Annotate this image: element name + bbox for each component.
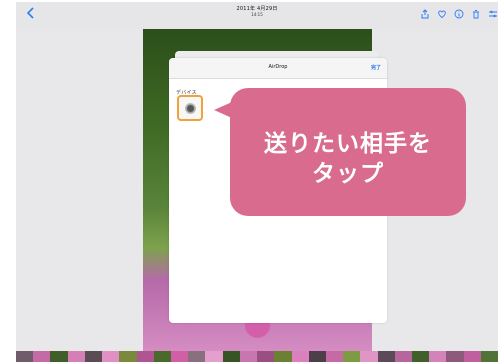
device-avatar <box>185 103 196 114</box>
thumbnail-strip[interactable] <box>16 351 498 362</box>
top-navigation-bar: 2011年 4月29日 14:15 <box>16 2 498 29</box>
thumbnail[interactable] <box>343 351 361 362</box>
thumbnail[interactable] <box>50 351 68 362</box>
thumbnail[interactable] <box>136 351 154 362</box>
photos-app-screen: 2011年 4月29日 14:15 AirDrop 完了 デバイス 送りたい相手… <box>16 2 498 362</box>
info-icon[interactable] <box>454 9 464 19</box>
airdrop-sheet-header: AirDrop 完了 <box>169 58 387 79</box>
trash-icon[interactable] <box>471 9 481 19</box>
thumbnail[interactable] <box>429 351 447 362</box>
callout-text-line2: タップ <box>312 161 384 187</box>
done-button[interactable]: 完了 <box>371 64 381 71</box>
thumbnail[interactable] <box>222 351 240 362</box>
thumbnail[interactable] <box>291 351 309 362</box>
right-edge <box>498 0 502 364</box>
thumbnail[interactable] <box>153 351 171 362</box>
sliders-icon[interactable] <box>488 9 498 19</box>
thumbnail[interactable] <box>480 351 498 362</box>
thumbnail[interactable] <box>308 351 326 362</box>
instruction-callout: 送りたい相手を タップ <box>230 88 466 216</box>
thumbnail[interactable] <box>16 351 34 362</box>
thumbnail[interactable] <box>274 351 292 362</box>
thumbnail[interactable] <box>67 351 85 362</box>
nav-actions <box>413 7 498 21</box>
thumbnail[interactable] <box>446 351 464 362</box>
thumbnail[interactable] <box>463 351 481 362</box>
thumbnail[interactable] <box>394 351 413 362</box>
airdrop-device-button[interactable] <box>177 95 203 121</box>
callout-text-line1: 送りたい相手を <box>264 131 432 157</box>
thumbnail[interactable] <box>102 351 120 362</box>
thumbnail[interactable] <box>205 351 223 362</box>
thumbnail[interactable] <box>377 351 395 362</box>
thumbnail[interactable] <box>170 351 189 362</box>
thumbnail[interactable] <box>188 351 206 362</box>
share-icon[interactable] <box>420 9 430 19</box>
thumbnail[interactable] <box>412 351 430 362</box>
heart-icon[interactable] <box>437 9 447 19</box>
thumbnail[interactable] <box>33 351 51 362</box>
thumbnail[interactable] <box>239 351 258 362</box>
screen-container: 2011年 4月29日 14:15 AirDrop 完了 デバイス 送りたい相手… <box>0 0 502 364</box>
airdrop-title: AirDrop <box>268 64 288 70</box>
thumbnail[interactable] <box>119 351 137 362</box>
thumbnail[interactable] <box>257 351 275 362</box>
thumbnail[interactable] <box>325 351 344 362</box>
thumbnail[interactable] <box>360 351 378 362</box>
thumbnail[interactable] <box>84 351 103 362</box>
